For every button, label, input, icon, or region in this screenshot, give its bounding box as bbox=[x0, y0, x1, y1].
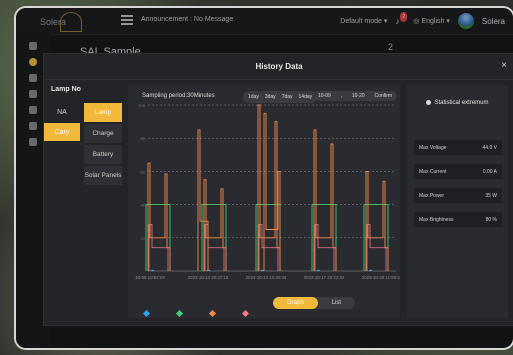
modal-title: History Data bbox=[255, 62, 303, 71]
stat-value: 35 W bbox=[485, 192, 497, 199]
sampling-period: Sampling period:30Minutes bbox=[142, 93, 215, 99]
series-line-1 bbox=[261, 269, 264, 271]
x-tick-label: 10-09 10:52:09 bbox=[135, 275, 165, 280]
type-list: Lamp Charge Battery Solar Panels bbox=[84, 103, 122, 187]
stat-icon bbox=[426, 100, 432, 105]
list-button[interactable]: List bbox=[318, 297, 355, 309]
stat-value: 44.0 V bbox=[482, 144, 497, 151]
y-tick-label: 100 bbox=[138, 103, 145, 108]
chart-grid bbox=[148, 104, 396, 272]
stat-title: Statistical extremum bbox=[407, 100, 508, 106]
date-to[interactable]: 10-20 bbox=[352, 93, 365, 99]
history-chart: 10-09 10:52:09 2023-10-10 20:47:16 2023-10… bbox=[135, 103, 400, 280]
history-data-modal: History Data × Lamp No NA Cary Lamp Char… bbox=[43, 53, 513, 326]
legend-series-1[interactable] bbox=[142, 309, 151, 318]
tab-battery[interactable]: Battery bbox=[84, 145, 122, 164]
y-tick-label: 20 bbox=[141, 236, 146, 241]
lamp-item-cary[interactable]: Cary bbox=[44, 123, 80, 141]
graph-button[interactable]: Graph bbox=[273, 297, 318, 309]
y-tick-label: 60 bbox=[141, 169, 146, 174]
legend-series-3[interactable] bbox=[208, 309, 217, 318]
stat-max-power: Max Power 35 W bbox=[414, 188, 502, 203]
legend-series-2[interactable] bbox=[175, 309, 184, 318]
stat-value: 0.00 A bbox=[482, 168, 497, 175]
series-line-3 bbox=[257, 104, 281, 271]
legend-series-4[interactable] bbox=[241, 309, 250, 318]
close-icon[interactable]: × bbox=[501, 60, 507, 71]
chart-series bbox=[145, 104, 389, 271]
lamp-list: NA Cary bbox=[44, 103, 80, 143]
view-toggle: Graph List bbox=[273, 297, 356, 309]
date-separator: , bbox=[340, 93, 342, 99]
stat-max-brightness: Max Brightness 80 % bbox=[414, 212, 502, 227]
tab-lamp[interactable]: Lamp bbox=[84, 103, 122, 122]
stat-value: 80 % bbox=[485, 216, 497, 223]
series-line-1 bbox=[369, 269, 372, 271]
series-line-1 bbox=[207, 269, 210, 271]
modal-header: History Data × bbox=[44, 54, 513, 80]
day-button-7[interactable]: 7day bbox=[280, 93, 295, 101]
stat-max-voltage: Max Voltage 44.0 V bbox=[414, 140, 502, 155]
y-tick-label: 40 bbox=[141, 203, 146, 208]
app-window: Solera Announcement : No Message Default… bbox=[16, 8, 513, 348]
day-button-14[interactable]: 14day bbox=[297, 93, 315, 101]
lamp-no-label: Lamp No bbox=[51, 86, 81, 93]
lamp-item-na[interactable]: NA bbox=[44, 103, 80, 121]
series-line-3 bbox=[313, 129, 337, 271]
x-tick-label: 2023-10-13 10:40:34 bbox=[246, 275, 287, 280]
date-from[interactable]: 10-09 bbox=[318, 93, 331, 99]
tab-solar-panels[interactable]: Solar Panels bbox=[84, 166, 122, 185]
stat-label: Max Brightness bbox=[419, 216, 454, 223]
statistics-panel: Statistical extremum Max Voltage 44.0 V M… bbox=[407, 85, 508, 318]
y-tick-label: 80 bbox=[141, 136, 146, 141]
series-line-3 bbox=[147, 162, 171, 271]
stat-title-text: Statistical extremum bbox=[434, 100, 489, 107]
tab-charge[interactable]: Charge bbox=[84, 124, 122, 143]
series-line-3 bbox=[203, 179, 227, 271]
stat-label: Max Power bbox=[419, 192, 445, 199]
y-axis-labels: 100 80 60 40 20 bbox=[138, 103, 145, 241]
x-axis-labels: 10-09 10:52:09 2023-10-10 20:47:16 2023-10… bbox=[135, 275, 400, 280]
stat-label: Max Voltage bbox=[419, 144, 447, 151]
x-tick-label: 2023-10-17 22:22:52 bbox=[304, 275, 345, 280]
series-line-1 bbox=[151, 269, 154, 271]
x-tick-label: 2023-10-20 11:59:55 bbox=[362, 275, 400, 280]
series-line-1 bbox=[317, 269, 320, 271]
chart-legend bbox=[142, 309, 250, 318]
series-line-3 bbox=[197, 129, 209, 271]
series-line-3 bbox=[365, 170, 389, 271]
stat-max-current: Max Current 0.00 A bbox=[414, 164, 502, 179]
x-tick-label: 2023-10-10 20:47:16 bbox=[188, 275, 229, 280]
stat-label: Max Current bbox=[419, 168, 447, 175]
chart-panel: Sampling period:30Minutes 1day 3day 7day… bbox=[128, 85, 400, 318]
date-range[interactable]: 10-09 , 10-20 Confirm bbox=[313, 91, 397, 101]
day-button-3[interactable]: 3day bbox=[263, 93, 278, 101]
day-button-1[interactable]: 1day bbox=[246, 93, 261, 101]
confirm-button[interactable]: Confirm bbox=[375, 93, 393, 99]
